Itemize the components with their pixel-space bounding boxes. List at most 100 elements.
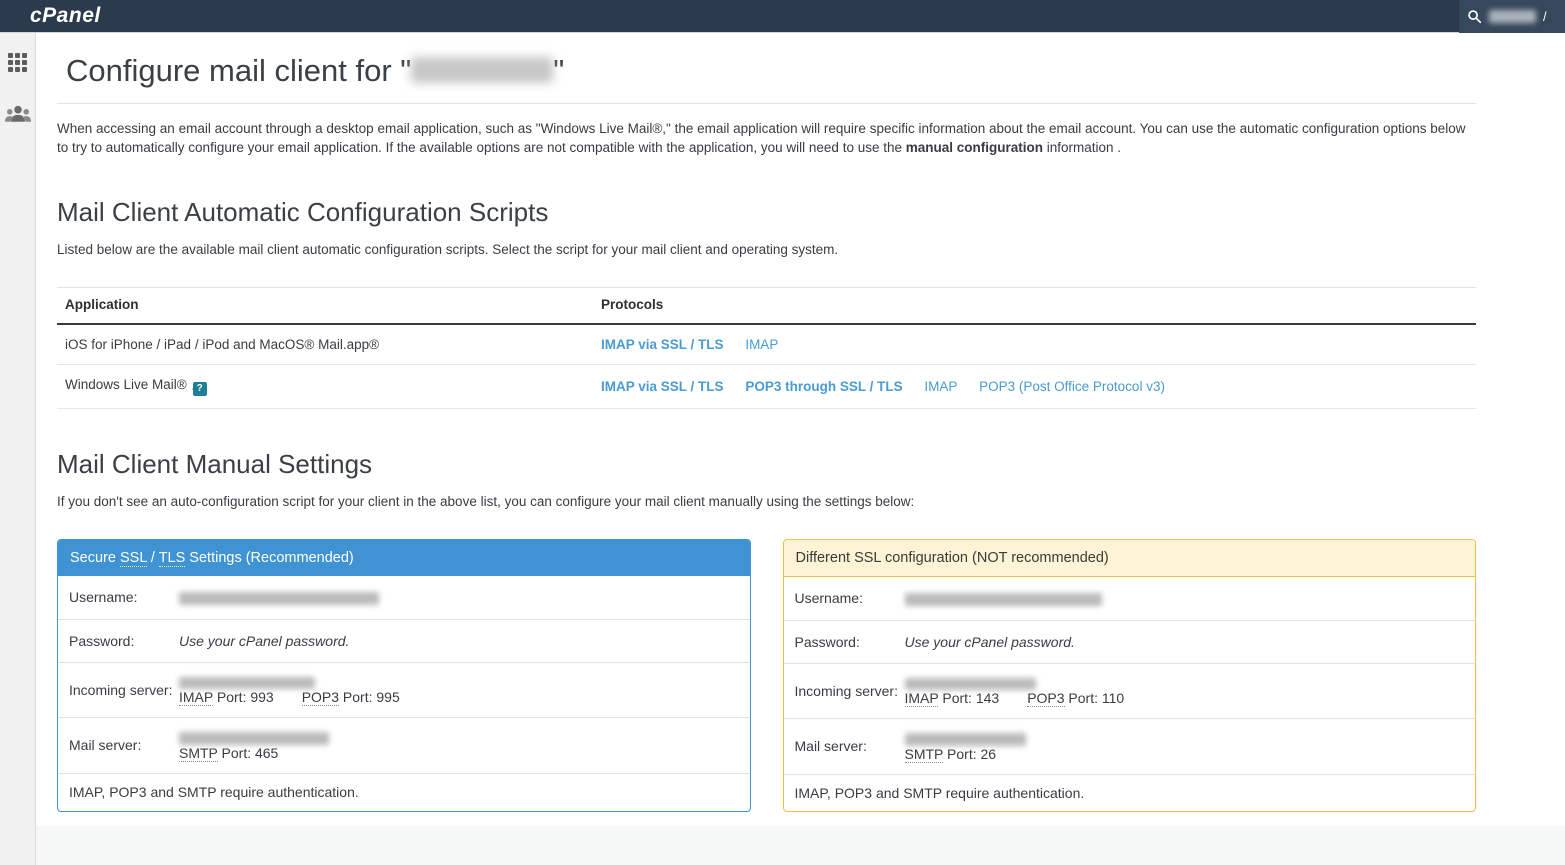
- link-imap[interactable]: IMAP: [745, 337, 778, 352]
- pop3-port: POP3 Port: 995: [302, 689, 400, 705]
- password-row: Password: Use your cPanel password.: [784, 621, 1476, 664]
- link-pop3-ssl-tls[interactable]: POP3 through SSL / TLS: [745, 379, 902, 394]
- mail-server-value: SMTP Port: 26: [905, 731, 1465, 762]
- different-ssl-card: Different SSL configuration (NOT recomme…: [783, 539, 1477, 812]
- page-title-text: Configure mail client for ": [66, 53, 411, 88]
- users-group-icon[interactable]: [5, 104, 31, 129]
- table-row: Windows Live Mail®? IMAP via SSL / TLS P…: [57, 365, 1476, 409]
- card-title-text: Settings (Recommended): [185, 550, 353, 566]
- link-imap-ssl-tls[interactable]: IMAP via SSL / TLS: [601, 379, 724, 394]
- cpanel-logo: cPanel: [30, 4, 101, 28]
- username-value: [179, 589, 739, 605]
- top-nav: cPanel /: [0, 0, 1565, 33]
- secure-ssl-card: Secure SSL / TLS Settings (Recommended) …: [57, 539, 751, 812]
- incoming-ports: IMAP Port: 143 POP3 Port: 110: [905, 690, 1153, 706]
- username-value: [905, 590, 1465, 606]
- mail-server-row: Mail server: SMTP Port: 26: [784, 719, 1476, 775]
- incoming-ports: IMAP Port: 993 POP3 Port: 995: [179, 689, 428, 705]
- redacted-username: [905, 593, 1102, 606]
- redacted-account-name: [1489, 10, 1536, 23]
- intro-tail: information .: [1043, 140, 1121, 155]
- help-icon[interactable]: ?: [193, 382, 207, 396]
- incoming-server-value: IMAP Port: 143 POP3 Port: 110: [905, 676, 1465, 706]
- card-title-text: /: [147, 550, 159, 566]
- password-row: Password: Use your cPanel password.: [58, 620, 750, 663]
- intro-paragraph: When accessing an email account through …: [57, 120, 1476, 157]
- auto-config-table: Application Protocols iOS for iPhone / i…: [57, 287, 1476, 409]
- incoming-server-value: IMAP Port: 993 POP3 Port: 995: [179, 675, 739, 705]
- table-row: iOS for iPhone / iPad / iPod and MacOS® …: [57, 324, 1476, 365]
- smtp-abbr: SMTP: [905, 746, 944, 763]
- redacted-mail-account: [411, 57, 553, 83]
- intro-text: When accessing an email account through …: [57, 121, 1466, 155]
- smtp-port-value: Port: 26: [943, 746, 996, 762]
- page-title-close-quote: ": [553, 53, 564, 88]
- redacted-username: [179, 592, 379, 605]
- application-windows-live-mail: Windows Live Mail®?: [57, 365, 593, 409]
- imap-port-value: Port: 993: [213, 689, 274, 705]
- manual-settings-heading: Mail Client Manual Settings: [57, 449, 1476, 480]
- redacted-incoming-server: [179, 677, 315, 689]
- smtp-port: SMTP Port: 26: [905, 746, 997, 762]
- apps-grid-icon[interactable]: [8, 53, 27, 72]
- title-divider: [57, 103, 1476, 104]
- secure-ssl-card-title: Secure SSL / TLS Settings (Recommended): [58, 540, 750, 576]
- table-header-row: Application Protocols: [57, 288, 1476, 325]
- column-protocols: Protocols: [593, 288, 1476, 325]
- mail-server-row: Mail server: SMTP Port: 465: [58, 718, 750, 774]
- nav-account-area: /: [1459, 0, 1565, 33]
- auth-note: IMAP, POP3 and SMTP require authenticati…: [784, 775, 1476, 811]
- column-application: Application: [57, 288, 593, 325]
- smtp-port-value: Port: 465: [218, 745, 279, 761]
- incoming-server-label: Incoming server:: [69, 679, 179, 701]
- username-label: Username:: [795, 587, 905, 609]
- redacted-mail-server: [905, 733, 1026, 746]
- smtp-abbr: SMTP: [179, 745, 218, 762]
- search-icon[interactable]: [1467, 9, 1482, 24]
- pop3-abbr: POP3: [302, 689, 339, 706]
- password-value: Use your cPanel password.: [905, 634, 1465, 650]
- link-imap-ssl-tls[interactable]: IMAP via SSL / TLS: [601, 337, 724, 352]
- auto-config-heading: Mail Client Automatic Configuration Scri…: [57, 197, 1476, 228]
- imap-port: IMAP Port: 143: [905, 690, 1000, 706]
- tls-abbr: TLS: [159, 550, 186, 567]
- left-sidebar: [0, 33, 36, 865]
- main-content: Configure mail client for " " When access…: [36, 33, 1565, 826]
- pop3-port: POP3 Port: 110: [1027, 690, 1124, 706]
- username-row: Username:: [784, 577, 1476, 620]
- auth-note: IMAP, POP3 and SMTP require authenticati…: [58, 774, 750, 810]
- manual-configuration-emphasis: manual configuration: [906, 140, 1043, 155]
- mail-server-value: SMTP Port: 465: [179, 730, 739, 761]
- page-title: Configure mail client for " ": [57, 33, 1476, 103]
- manual-settings-subtext: If you don't see an auto-configuration s…: [57, 494, 1476, 509]
- ssl-abbr: SSL: [120, 550, 147, 567]
- card-title-text: Secure: [70, 550, 120, 566]
- protocols-ios: IMAP via SSL / TLS IMAP: [593, 324, 1476, 365]
- pop3-abbr: POP3: [1027, 690, 1064, 707]
- account-suffix: /: [1543, 9, 1547, 24]
- incoming-server-label: Incoming server:: [795, 680, 905, 702]
- smtp-port: SMTP Port: 465: [179, 745, 278, 761]
- imap-abbr: IMAP: [905, 690, 939, 707]
- incoming-server-row: Incoming server: IMAP Port: 993 POP3 Port…: [58, 663, 750, 718]
- auto-config-subtext: Listed below are the available mail clie…: [57, 242, 1476, 257]
- password-value: Use your cPanel password.: [179, 633, 739, 649]
- application-label: Windows Live Mail®: [65, 377, 187, 392]
- imap-port: IMAP Port: 993: [179, 689, 274, 705]
- pop3-port-value: Port: 995: [339, 689, 400, 705]
- username-row: Username:: [58, 576, 750, 619]
- mail-server-label: Mail server:: [69, 734, 179, 756]
- application-ios: iOS for iPhone / iPad / iPod and MacOS® …: [57, 324, 593, 365]
- imap-abbr: IMAP: [179, 689, 213, 706]
- different-ssl-card-title: Different SSL configuration (NOT recomme…: [784, 540, 1476, 577]
- redacted-mail-server: [179, 732, 329, 745]
- pop3-port-value: Port: 110: [1065, 690, 1125, 706]
- password-label: Password:: [795, 631, 905, 653]
- protocols-windows-live-mail: IMAP via SSL / TLS POP3 through SSL / TL…: [593, 365, 1476, 409]
- redacted-incoming-server: [905, 678, 1036, 690]
- link-pop3[interactable]: POP3 (Post Office Protocol v3): [979, 379, 1165, 394]
- incoming-server-row: Incoming server: IMAP Port: 143 POP3 Port…: [784, 664, 1476, 719]
- link-imap[interactable]: IMAP: [924, 379, 957, 394]
- password-label: Password:: [69, 630, 179, 652]
- username-label: Username:: [69, 586, 179, 608]
